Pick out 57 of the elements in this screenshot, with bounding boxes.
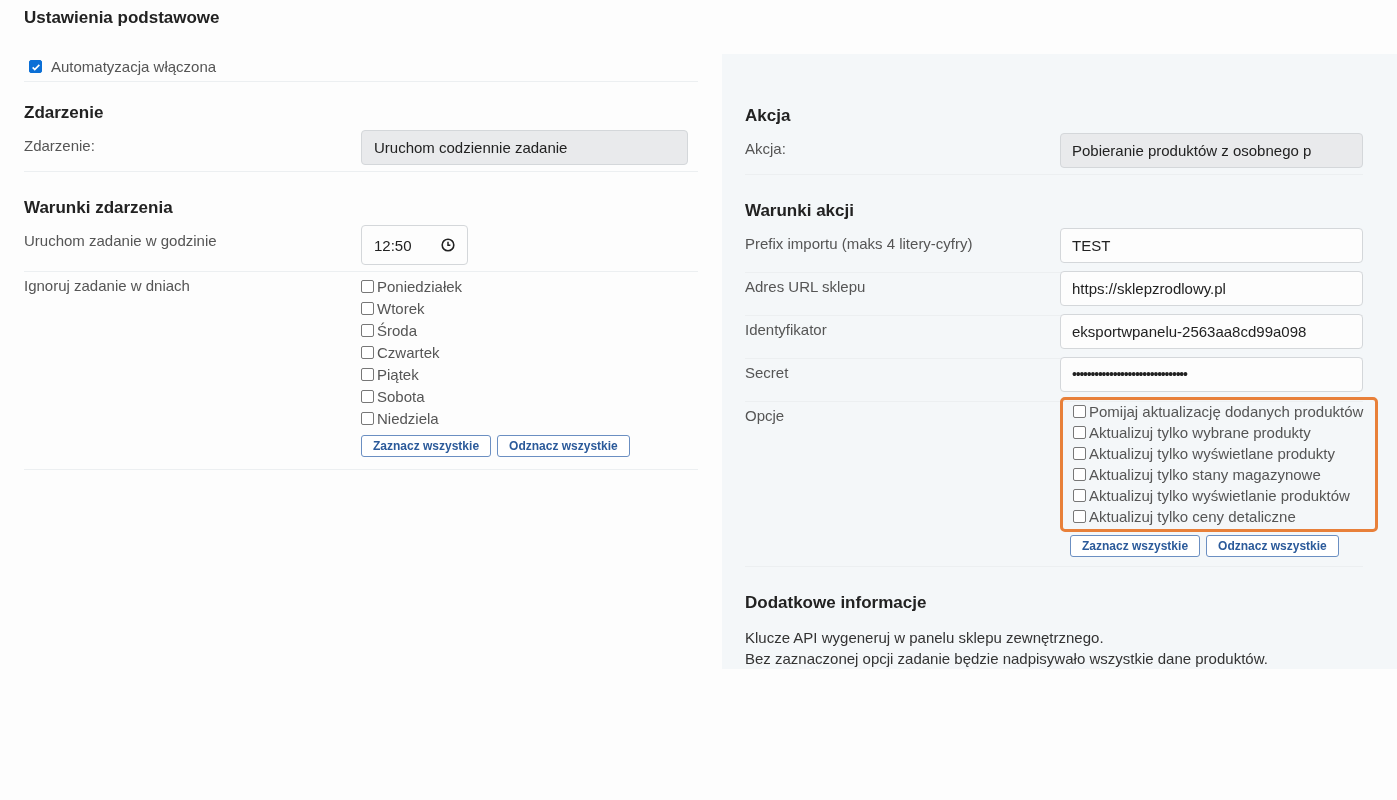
clock-icon <box>441 238 455 252</box>
checkbox[interactable] <box>1073 426 1086 439</box>
section-heading: Dodatkowe informacje <box>745 592 928 614</box>
section-heading: Warunki zdarzenia <box>24 197 174 219</box>
section-heading: Zdarzenie <box>24 102 105 124</box>
field-label: Opcje <box>745 407 786 424</box>
section-heading: Akcja <box>745 105 792 127</box>
checkbox-label: Sobota <box>377 387 425 405</box>
select-all-button[interactable]: Zaznacz wszystkie <box>361 435 492 457</box>
input-field[interactable]: TEST <box>1060 228 1363 263</box>
checkbox-label: Aktualizuj tylko wybrane produkty <box>1089 424 1311 441</box>
input-field[interactable]: ••••••••••••••••••••••••••••••• <box>1060 357 1363 392</box>
checkbox-label: Niedziela <box>377 409 439 427</box>
field-label: Adres URL sklepu <box>745 278 867 295</box>
field-label: Ignoruj zadanie w dniach <box>24 277 191 294</box>
field-label: Identyfikator <box>745 321 828 338</box>
checkbox-label: Pomijaj aktualizację dodanych produktów <box>1089 403 1364 420</box>
field-label: Zdarzenie: <box>24 137 96 154</box>
time-field[interactable]: 12:50 <box>361 225 468 265</box>
field-label: Uruchom zadanie w godzinie <box>24 232 218 249</box>
checkbox-label: Piątek <box>377 365 419 383</box>
checkbox[interactable] <box>361 345 374 359</box>
info-text: Klucze API wygeneruj w panelu sklepu zewnętrznego. <box>745 628 1105 648</box>
checkbox-label: Środa <box>377 321 418 339</box>
page-title: Ustawienia podstawowe <box>23 7 221 29</box>
field-label: Prefix importu (maks 4 litery-cyfry) <box>745 235 974 252</box>
checkbox-label: Automatyzacja włączona <box>51 58 217 75</box>
select-all-button[interactable]: Zaznacz wszystkie <box>1070 535 1201 557</box>
checkbox-label: Aktualizuj tylko wyświetlane produkty <box>1089 445 1335 462</box>
checkbox-label: Czwartek <box>377 343 440 361</box>
checkbox[interactable] <box>1073 405 1086 418</box>
checkbox[interactable] <box>1073 468 1086 481</box>
input-field[interactable]: eksportwpanelu-2563aa8cd99a098 <box>1060 314 1363 349</box>
deselect-all-button[interactable]: Odznacz wszystkie <box>497 435 630 457</box>
checkbox[interactable] <box>1073 510 1086 523</box>
checkbox-label: Aktualizuj tylko stany magazynowe <box>1089 466 1321 483</box>
checkbox[interactable] <box>1073 447 1086 460</box>
checkbox[interactable] <box>361 411 374 425</box>
checkbox-label: Wtorek <box>377 299 425 317</box>
action-field[interactable]: Pobieranie produktów z osobnego p <box>1060 133 1363 168</box>
info-text: Bez zaznaczonej opcji zadanie będzie nadpisywało wszystkie dane produktów. <box>745 649 1269 669</box>
checkbox[interactable] <box>361 367 374 381</box>
deselect-all-button[interactable]: Odznacz wszystkie <box>1206 535 1339 557</box>
checkbox[interactable] <box>29 60 42 73</box>
input-field[interactable]: https://sklepzrodlowy.pl <box>1060 271 1363 306</box>
checkbox-label: Aktualizuj tylko wyświetlanie produktów <box>1089 487 1350 504</box>
checkbox[interactable] <box>361 301 374 315</box>
checkbox[interactable] <box>1073 489 1086 502</box>
section-heading: Warunki akcji <box>745 200 855 222</box>
checkbox[interactable] <box>361 279 374 293</box>
checkbox[interactable] <box>361 323 374 337</box>
field-label: Secret <box>745 364 790 381</box>
checkbox-label: Aktualizuj tylko ceny detaliczne <box>1089 508 1296 525</box>
checkbox[interactable] <box>361 389 374 403</box>
checkbox-label: Poniedziałek <box>377 277 463 295</box>
field-label: Akcja: <box>745 140 787 157</box>
event-field[interactable]: Uruchom codziennie zadanie <box>361 130 688 165</box>
